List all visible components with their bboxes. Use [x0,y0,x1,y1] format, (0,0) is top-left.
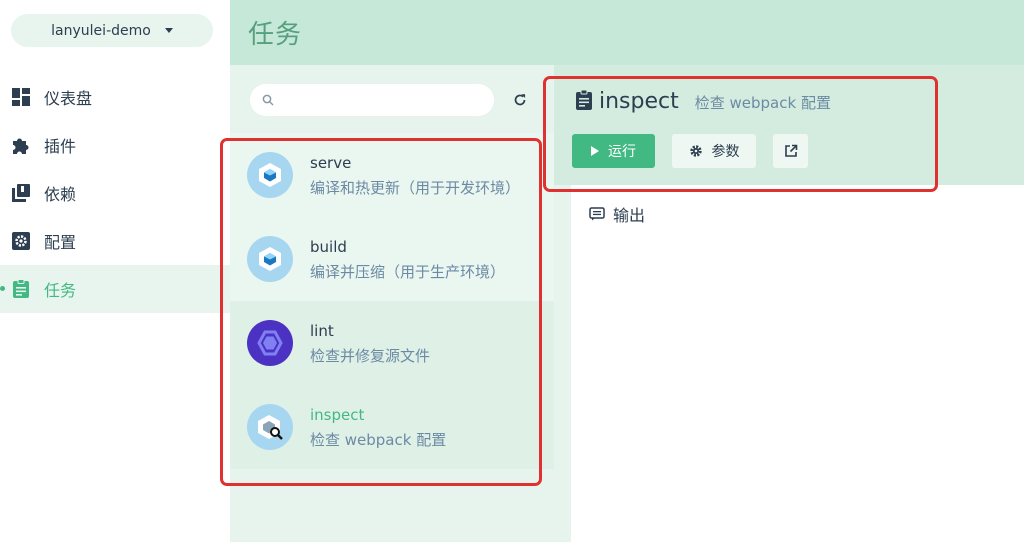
annotation-box-task-detail [543,76,938,192]
search-input[interactable] [282,86,482,114]
page-header: 任务 [230,0,1024,65]
refresh-icon [514,94,526,106]
annotation-box-task-list [220,138,542,486]
library-icon [10,182,32,204]
sidebar-item-dependencies[interactable]: 依赖 [0,169,230,217]
refresh-button[interactable] [510,90,530,110]
sidebar-item-plugins[interactable]: 插件 [0,121,230,169]
search-icon [262,91,274,110]
puzzle-icon [10,134,32,156]
sidebar-item-label: 依赖 [44,185,77,204]
output-tab[interactable]: 输出 [589,202,645,226]
project-selector[interactable]: lanyulei-demo [11,14,213,47]
search-box[interactable] [250,84,494,116]
active-indicator [0,286,5,291]
sidebar: lanyulei-demo 仪表盘 插件 依赖 配置 任务 [0,0,230,542]
sidebar-item-label: 仪表盘 [44,89,93,108]
app-window: lanyulei-demo 仪表盘 插件 依赖 配置 任务 任务 serve 编… [0,0,1024,542]
sidebar-item-configuration[interactable]: 配置 [0,217,230,265]
output-tab-label: 输出 [613,206,646,225]
assignment-icon [10,278,32,300]
sidebar-item-tasks[interactable]: 任务 [0,265,230,313]
sidebar-item-label: 配置 [44,233,77,252]
dashboard-icon [10,86,32,108]
sidebar-item-label: 任务 [44,281,77,300]
project-name: lanyulei-demo [51,22,151,39]
sidebar-nav: 仪表盘 插件 依赖 配置 任务 [0,73,230,313]
settings-icon [10,230,32,252]
sidebar-item-label: 插件 [44,137,77,156]
sidebar-item-dashboard[interactable]: 仪表盘 [0,73,230,121]
caret-down-icon [164,28,173,33]
page-title: 任务 [248,20,303,50]
message-icon [589,207,605,221]
